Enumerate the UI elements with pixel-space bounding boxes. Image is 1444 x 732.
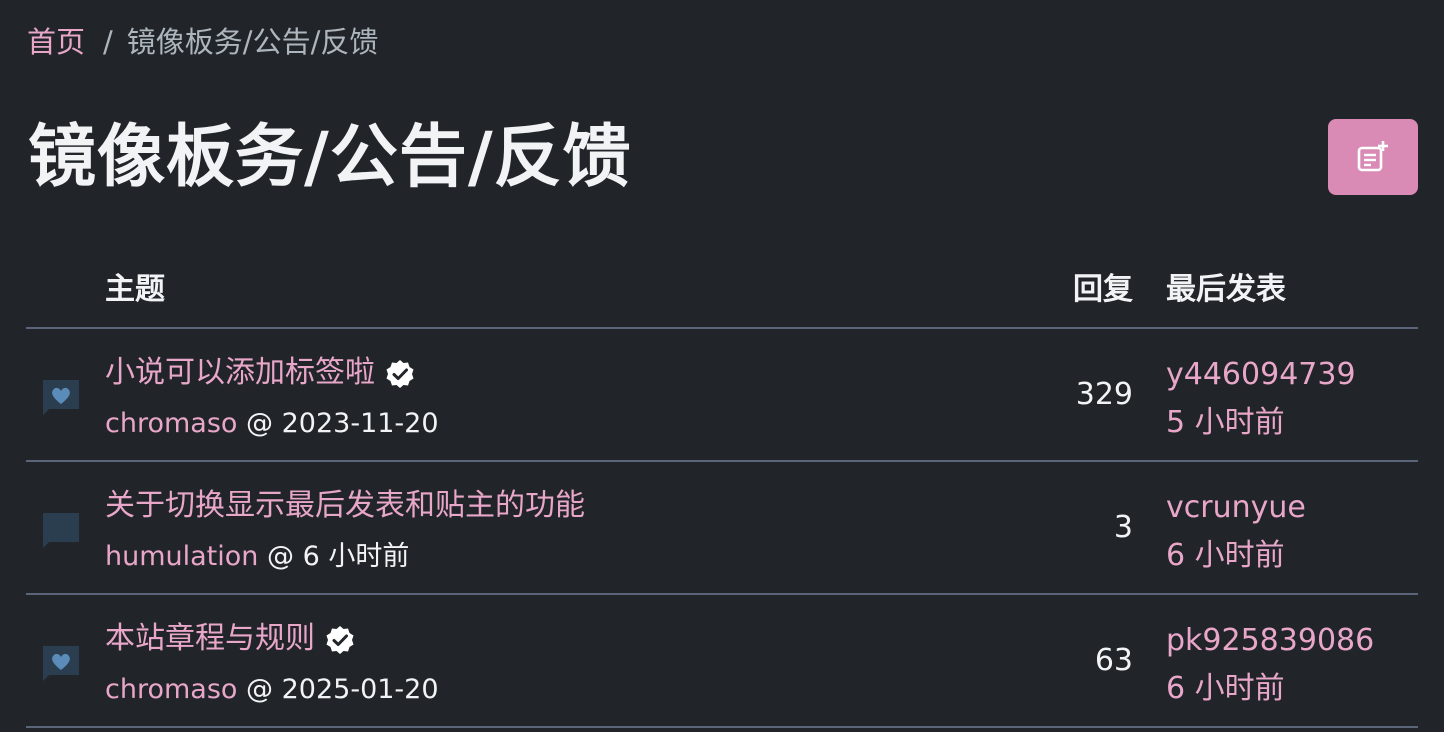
topic-meta: chromaso @ 2023-11-20: [105, 405, 439, 443]
last-post-time-link[interactable]: 6 小时前: [1166, 532, 1306, 580]
topic-author-link[interactable]: humulation: [105, 541, 258, 572]
last-post-time-link[interactable]: 5 小时前: [1166, 399, 1356, 447]
page-title: 镜像板务/公告/反馈: [28, 118, 632, 197]
topic-title: 小说可以添加标签啦: [105, 355, 375, 390]
at-sign: @: [267, 541, 294, 572]
topic-date: 2025-01-20: [281, 674, 439, 705]
table-row: 小说可以添加标签啦 chromaso @ 2023-11-20 329 y446094…: [26, 329, 1418, 462]
last-post-user-link[interactable]: pk925839086: [1166, 617, 1374, 665]
breadcrumb: 首页 / 镜像板务/公告/反馈: [27, 22, 378, 62]
header-topic: 主题: [105, 272, 165, 307]
heart-chat-icon: [40, 643, 82, 685]
table-header: 主题 回复 最后发表: [26, 252, 1418, 329]
topic-author-link[interactable]: chromaso: [105, 408, 237, 439]
table-row: 本站章程与规则 chromaso @ 2025-01-20 63 pk92583908…: [26, 595, 1418, 728]
header-last-post: 最后发表: [1166, 272, 1286, 307]
topic-title-link[interactable]: 小说可以添加标签啦: [105, 351, 415, 395]
at-sign: @: [246, 674, 274, 705]
at-sign: @: [246, 408, 274, 439]
breadcrumb-home-link[interactable]: 首页: [27, 22, 85, 62]
last-post-user-link[interactable]: y446094739: [1166, 351, 1356, 399]
breadcrumb-current: 镜像板务/公告/反馈: [126, 25, 379, 59]
last-post-time-link[interactable]: 6 小时前: [1166, 665, 1374, 713]
topic-title: 关于切换显示最后发表和贴主的功能: [105, 488, 585, 523]
last-post: y446094739 5 小时前: [1166, 351, 1356, 447]
last-post: vcrunyue 6 小时前: [1166, 484, 1306, 580]
topic-date: 2023-11-20: [281, 408, 439, 439]
verified-badge-icon: [325, 624, 355, 654]
table-row: 关于切换显示最后发表和贴主的功能 humulation @ 6 小时前 3 vcrun…: [26, 462, 1418, 595]
breadcrumb-separator: /: [103, 25, 113, 59]
topic-title: 本站章程与规则: [105, 621, 315, 656]
topic-author-link[interactable]: chromaso: [105, 674, 237, 705]
reply-count: 63: [1094, 643, 1133, 678]
note-add-icon: [1357, 141, 1388, 172]
topic-date: 6 小时前: [302, 541, 410, 572]
topic-table: 主题 回复 最后发表 小说可以添加标签啦 chromaso @ 2023-11-2…: [26, 252, 1418, 728]
new-topic-button[interactable]: [1328, 119, 1418, 195]
topic-meta: chromaso @ 2025-01-20: [105, 671, 439, 709]
chat-icon: [40, 510, 82, 552]
reply-count: 3: [1113, 510, 1133, 545]
reply-count: 329: [1075, 377, 1133, 412]
topic-title-link[interactable]: 本站章程与规则: [105, 617, 355, 661]
topic-title-link[interactable]: 关于切换显示最后发表和贴主的功能: [105, 484, 585, 528]
last-post-user-link[interactable]: vcrunyue: [1166, 484, 1306, 532]
topic-meta: humulation @ 6 小时前: [105, 538, 409, 576]
last-post: pk925839086 6 小时前: [1166, 617, 1374, 713]
verified-badge-icon: [385, 358, 415, 388]
header-replies: 回复: [1073, 272, 1133, 307]
heart-chat-icon: [40, 377, 82, 419]
table-body: 小说可以添加标签啦 chromaso @ 2023-11-20 329 y446094…: [26, 329, 1418, 728]
